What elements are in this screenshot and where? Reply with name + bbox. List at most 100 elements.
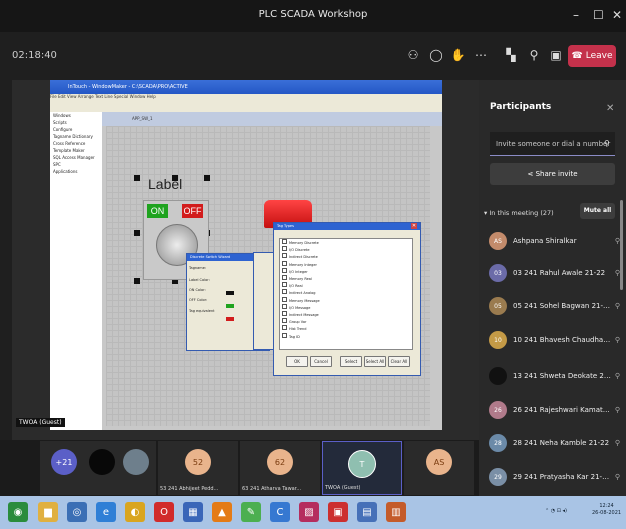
- participant-row[interactable]: 10 10 241 Bhavesh Chaudhari 21... ⚲: [480, 323, 620, 357]
- tag-type-option[interactable]: Tag ID: [280, 333, 412, 340]
- in-meeting-section[interactable]: ▾ In this meeting (27): [484, 209, 554, 217]
- participant-row[interactable]: 28 28 241 Neha Kamble 21-22 ⚲: [480, 426, 620, 460]
- close-window-button[interactable]: ✕: [612, 8, 622, 22]
- participant-name: 26 241 Rajeshwari Kamat 21-22: [513, 406, 611, 414]
- photos-icon[interactable]: ▦: [183, 502, 203, 522]
- tag-type-option[interactable]: I/O Discrete: [280, 246, 412, 253]
- tree-item: SQL Access Manager: [53, 155, 95, 160]
- search-icon[interactable]: ⚲: [604, 139, 610, 148]
- minimize-button[interactable]: –: [573, 8, 579, 22]
- mute-all-button[interactable]: Mute all: [580, 203, 615, 219]
- opera-icon[interactable]: O: [154, 502, 174, 522]
- folder-icon[interactable]: ▆: [38, 502, 58, 522]
- system-tray[interactable]: ⌃ ◔ ⊡ ◂): [545, 508, 567, 514]
- avatar: AS: [426, 449, 452, 475]
- share-tray-icon[interactable]: ▣: [547, 48, 565, 64]
- select-all-button[interactable]: Select All: [364, 356, 386, 367]
- video-tile[interactable]: [116, 441, 156, 495]
- avatar: 52: [185, 449, 211, 475]
- close-panel-icon[interactable]: ✕: [606, 103, 614, 114]
- avatar: 05: [489, 297, 507, 315]
- taskbar-clock[interactable]: 12:24 26-08-2021: [592, 503, 621, 517]
- search-icon[interactable]: ◎: [67, 502, 87, 522]
- clock-time: 12:24: [599, 503, 614, 509]
- participant-row[interactable]: 13 241 Shweta Deokate 21-22 ⚲: [480, 359, 620, 393]
- start-icon[interactable]: ◉: [8, 502, 28, 522]
- share-invite-button[interactable]: ⋖ Share invite: [490, 163, 615, 185]
- tile-caption: 63 241 Atharva Tawar...: [242, 486, 302, 492]
- participant-name: 13 241 Shweta Deokate 21-22: [513, 372, 611, 380]
- panel-title: Participants: [490, 102, 552, 112]
- tile-caption: TWOA (Guest): [325, 485, 361, 491]
- pdf-icon[interactable]: ▣: [328, 502, 348, 522]
- invite-input[interactable]: Invite someone or dial a number: [490, 132, 615, 156]
- ok-button[interactable]: OK: [286, 356, 308, 367]
- participant-name: 05 241 Sohel Bagwan 21-22: [513, 302, 611, 310]
- dialog-close-icon[interactable]: ✕: [411, 223, 417, 229]
- clear-all-button[interactable]: Clear All: [388, 356, 410, 367]
- participants-icon[interactable]: ⚇: [404, 48, 422, 64]
- on-indicator: ON: [147, 204, 168, 218]
- canvas-tab: APP_SW_1: [102, 112, 442, 126]
- tag-type-option[interactable]: Group Var: [280, 318, 412, 325]
- tag-type-option[interactable]: Memory Discrete: [280, 239, 412, 246]
- video-tile[interactable]: AS: [404, 441, 474, 495]
- reactions-icon[interactable]: ✋: [449, 48, 467, 64]
- on-color-swatch: [226, 304, 234, 308]
- cancel-button[interactable]: Cancel: [310, 356, 332, 367]
- tag-type-option[interactable]: Indirect Analog: [280, 289, 412, 296]
- leave-button[interactable]: ☎ Leave: [568, 45, 616, 67]
- mic-muted-icon: ⚲: [614, 336, 620, 344]
- tag-type-option[interactable]: I/O Message: [280, 304, 412, 311]
- share-invite-label: Share invite: [535, 170, 578, 178]
- chrome-icon[interactable]: ◐: [125, 502, 145, 522]
- off-color-swatch: [226, 317, 234, 321]
- app-icon[interactable]: ▨: [299, 502, 319, 522]
- mic-muted-icon: ⚲: [614, 372, 620, 380]
- ie-icon[interactable]: e: [96, 502, 116, 522]
- avatar: 28: [489, 434, 507, 452]
- video-tile[interactable]: [88, 441, 116, 495]
- mic-off-icon[interactable]: ⚲: [525, 48, 543, 64]
- secondary-dialog: [253, 252, 275, 350]
- avatar: 26: [489, 401, 507, 419]
- teams-taskbar-icon[interactable]: C: [270, 502, 290, 522]
- overflow-count: +21: [51, 449, 77, 475]
- tag-type-option[interactable]: I/O Real: [280, 282, 412, 289]
- select-button[interactable]: Select: [340, 356, 362, 367]
- maximize-button[interactable]: ☐: [593, 8, 604, 22]
- participant-row[interactable]: AS Ashpana Shiralkar ⚲: [480, 224, 620, 258]
- tree-item: SPC: [53, 162, 61, 167]
- tag-type-option[interactable]: Indirect Discrete: [280, 253, 412, 260]
- tag-type-option[interactable]: Indirect Message: [280, 311, 412, 318]
- video-tile[interactable]: T TWOA (Guest): [322, 441, 402, 495]
- panel-scrollbar[interactable]: [620, 200, 623, 290]
- tag-type-option[interactable]: Memory Integer: [280, 261, 412, 268]
- avatar: [489, 367, 507, 385]
- tag-type-option[interactable]: I/O Integer: [280, 268, 412, 275]
- video-tile[interactable]: 52 53 241 Abhijeet Pedd...: [158, 441, 238, 495]
- window-title: PLC SCADA Workshop: [258, 9, 368, 20]
- tag-type-option[interactable]: Memory Message: [280, 297, 412, 304]
- chat-icon[interactable]: ◯: [427, 48, 445, 64]
- participant-row[interactable]: 26 26 241 Rajeshwari Kamat 21-22 ⚲: [480, 393, 620, 427]
- off-indicator: OFF: [182, 204, 203, 218]
- notes-icon[interactable]: ▤: [357, 502, 377, 522]
- tag-type-option[interactable]: Hist Trend: [280, 325, 412, 332]
- participant-row[interactable]: 03 03 241 Rahul Awale 21-22 ⚲: [480, 256, 620, 290]
- paint-icon[interactable]: ✎: [241, 502, 261, 522]
- camera-off-icon[interactable]: ▚: [502, 48, 520, 64]
- more-icon[interactable]: ⋯: [472, 48, 490, 64]
- participant-row[interactable]: 05 05 241 Sohel Bagwan 21-22 ⚲: [480, 289, 620, 323]
- tree-item: Scripts: [53, 120, 67, 125]
- overflow-tile[interactable]: +21: [40, 441, 88, 495]
- vlc-icon[interactable]: ▲: [212, 502, 232, 522]
- tag-type-option[interactable]: Memory Real: [280, 275, 412, 282]
- participant-name: 29 241 Pratyasha Kar 21-22: [513, 473, 611, 481]
- participant-name: Ashpana Shiralkar: [513, 237, 577, 245]
- avatar: T: [348, 450, 376, 478]
- scada-icon[interactable]: ▥: [386, 502, 406, 522]
- participant-row[interactable]: 29 29 241 Pratyasha Kar 21-22 ⚲: [480, 460, 620, 494]
- video-tile[interactable]: 62 63 241 Atharva Tawar...: [240, 441, 320, 495]
- avatar: 03: [489, 264, 507, 282]
